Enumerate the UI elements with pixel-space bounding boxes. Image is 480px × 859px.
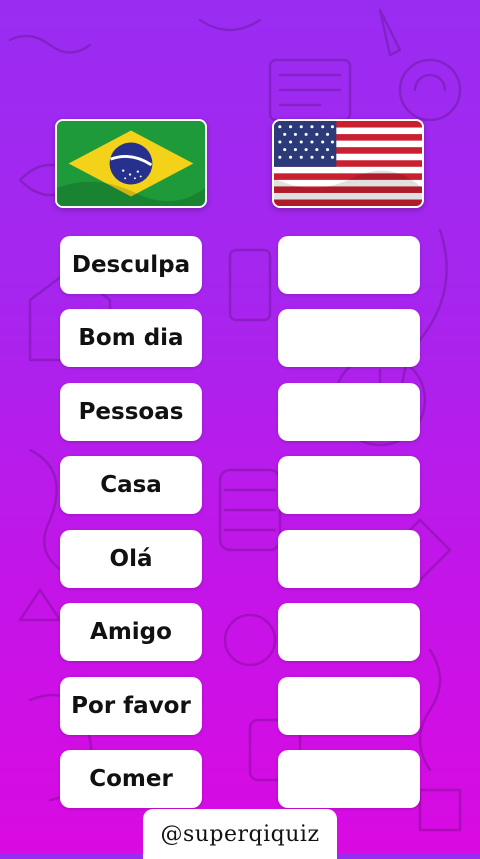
answer-slot[interactable] [278, 530, 420, 588]
word-card-desculpa[interactable]: Desculpa [60, 236, 202, 294]
word-label: Casa [100, 472, 162, 498]
word-card-casa[interactable]: Casa [60, 456, 202, 514]
word-card-pessoas[interactable]: Pessoas [60, 383, 202, 441]
usa-flag-icon [272, 119, 424, 208]
word-card-bom-dia[interactable]: Bom dia [60, 309, 202, 367]
word-card-ola[interactable]: Olá [60, 530, 202, 588]
answer-slot[interactable] [278, 603, 420, 661]
word-label: Desculpa [71, 252, 191, 278]
word-label: Por favor [71, 693, 191, 719]
creator-handle: @superqiquiz [143, 809, 337, 859]
word-label: Bom dia [78, 325, 184, 351]
word-label: Pessoas [78, 399, 184, 425]
word-card-amigo[interactable]: Amigo [60, 603, 202, 661]
answer-slot[interactable] [278, 383, 420, 441]
answer-slot[interactable] [278, 677, 420, 735]
brazil-flag-icon [55, 119, 207, 208]
handle-label: @superqiquiz [160, 821, 320, 847]
word-card-comer[interactable]: Comer [60, 750, 202, 808]
word-card-por-favor[interactable]: Por favor [60, 677, 202, 735]
word-label: Amigo [90, 619, 172, 645]
answer-slot[interactable] [278, 236, 420, 294]
answer-slot[interactable] [278, 309, 420, 367]
word-label: Comer [89, 766, 173, 792]
answer-slot[interactable] [278, 456, 420, 514]
word-label: Olá [109, 546, 153, 572]
answer-slot[interactable] [278, 750, 420, 808]
